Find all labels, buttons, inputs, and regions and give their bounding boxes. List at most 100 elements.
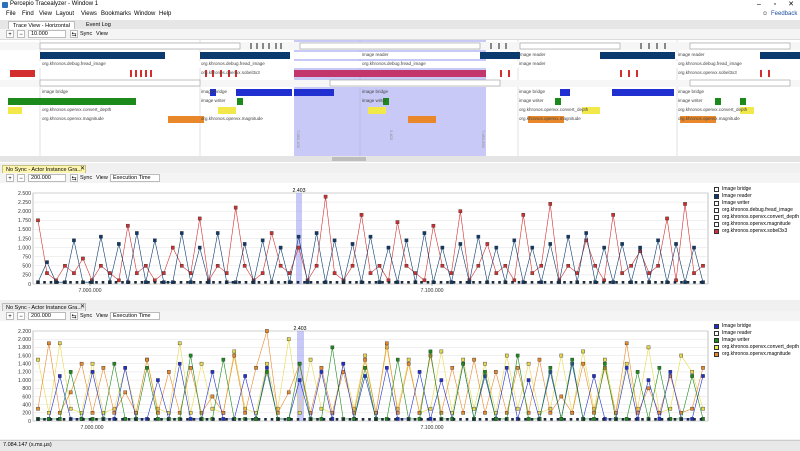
legend-swatch[interactable]: [714, 352, 719, 357]
menu-view[interactable]: View: [39, 11, 52, 17]
data-point: [439, 349, 444, 354]
panel2-view-menu[interactable]: View: [96, 312, 108, 320]
baseline-point: [491, 418, 495, 421]
data-point: [221, 417, 226, 421]
minimize-button[interactable]: –: [752, 0, 766, 10]
data-point: [278, 245, 283, 250]
panel1-view-menu[interactable]: View: [96, 174, 108, 182]
legend-label[interactable]: Image bridge: [722, 323, 751, 329]
trace-view-horizontal[interactable]: image reader org.khronos.debug.fread_ima…: [0, 40, 800, 163]
data-point: [90, 361, 95, 366]
tab-event-log[interactable]: Event Log: [82, 21, 115, 29]
data-point: [570, 411, 574, 415]
panel2-metric-select[interactable]: Execution Time: [110, 312, 160, 320]
lane-label: image reader: [519, 61, 546, 66]
view-menu[interactable]: View: [96, 30, 108, 38]
legend-swatch[interactable]: [714, 201, 719, 206]
data-point: [461, 357, 465, 362]
panel1-sync-label[interactable]: Sync: [80, 174, 92, 182]
legend-label[interactable]: Image reader: [722, 330, 752, 336]
menu-find[interactable]: Find: [22, 11, 34, 17]
data-point: [188, 366, 193, 370]
data-point: [79, 361, 84, 366]
baseline-point: [101, 418, 105, 421]
data-point: [603, 357, 607, 362]
data-point: [458, 242, 463, 246]
menu-help[interactable]: Help: [159, 11, 171, 17]
data-point: [494, 271, 499, 275]
trace-horizontal-scrollbar[interactable]: [0, 156, 800, 162]
data-point: [483, 370, 487, 374]
legend-label[interactable]: org.khronos.debug.fread_image: [722, 207, 793, 213]
menu-views[interactable]: Views: [81, 11, 97, 17]
feedback-link[interactable]: Feedback: [771, 11, 797, 17]
scrollbar-thumb[interactable]: [332, 157, 366, 161]
menu-file[interactable]: File: [6, 11, 16, 17]
y-tick-label: 500: [22, 264, 31, 270]
sync-icon[interactable]: ⇆: [70, 174, 78, 182]
legend-label[interactable]: org.khronos.openvx.magnitude: [722, 221, 791, 227]
zoom-out-icon[interactable]: −: [17, 312, 25, 320]
legend-swatch[interactable]: [714, 187, 719, 192]
baseline-point: [654, 418, 657, 421]
zoom-out-icon[interactable]: −: [17, 30, 25, 38]
panel1-zoom-select[interactable]: 200.000: [28, 174, 66, 182]
panel1-graph[interactable]: 0 250 500 750 1.000 1.250 1.500 1.750 2.000 2.250…: [0, 183, 800, 300]
zoom-in-icon[interactable]: +: [6, 30, 14, 38]
legend-swatch[interactable]: [714, 229, 719, 234]
legend-swatch[interactable]: [714, 338, 719, 343]
zoom-level-select[interactable]: 10.000: [28, 30, 66, 38]
baseline-point: [374, 418, 378, 421]
zoom-in-icon[interactable]: +: [6, 312, 14, 320]
sync-label[interactable]: Sync: [80, 30, 92, 38]
baseline-point: [465, 281, 469, 284]
baseline-point: [225, 418, 228, 421]
zoom-in-icon[interactable]: +: [6, 174, 14, 182]
legend-swatch[interactable]: [714, 215, 719, 220]
baseline-point: [576, 418, 579, 421]
legend-label[interactable]: org.khronos.openvx.convert_depth: [722, 214, 799, 220]
panel2-tab-close-icon[interactable]: ✕: [80, 303, 85, 310]
legend-swatch[interactable]: [714, 324, 719, 329]
legend-swatch[interactable]: [714, 331, 719, 336]
baseline-point: [82, 418, 85, 421]
legend-swatch[interactable]: [714, 345, 719, 350]
sync-icon[interactable]: ⇆: [70, 312, 78, 320]
legend-label[interactable]: org.khronos.openvx.magnitude: [722, 351, 791, 357]
close-button[interactable]: ✕: [784, 0, 798, 10]
feedback-icon[interactable]: ☺: [762, 11, 768, 17]
legend-swatch[interactable]: [714, 208, 719, 213]
legend-label[interactable]: Image bridge: [722, 186, 751, 192]
legend-label[interactable]: org.khronos.openvx.sobel3x3: [722, 228, 787, 234]
panel2-sync-label[interactable]: Sync: [80, 312, 92, 320]
baseline-point: [452, 281, 456, 284]
legend-label[interactable]: org.khronos.openvx.convert_depth: [722, 344, 799, 350]
panel2-zoom-select[interactable]: 200.000: [28, 312, 66, 320]
sync-icon[interactable]: ⇆: [70, 30, 78, 38]
zoom-out-icon[interactable]: −: [17, 174, 25, 182]
lane-label: org.khronos.openvx.magnitude: [42, 116, 104, 121]
menu-layout[interactable]: Layout: [56, 11, 74, 17]
data-point: [476, 263, 481, 268]
panel1-tab-close-icon[interactable]: ✕: [80, 165, 85, 172]
panel1-metric-select[interactable]: Execution Time: [110, 174, 160, 182]
menu-bookmarks[interactable]: Bookmarks: [101, 11, 131, 17]
legend-swatch[interactable]: [714, 222, 719, 227]
panel2-graph[interactable]: 0 200 400 600 800 1.000 1.200 1.400 1.600 1.800 2.…: [0, 321, 800, 439]
panel1-chart[interactable]: 0 250 500 750 1.000 1.250 1.500 1.750 2.000 2.250…: [0, 183, 710, 300]
legend-label[interactable]: Image reader: [722, 193, 752, 199]
baseline-point: [699, 418, 703, 421]
data-point: [232, 353, 237, 358]
data-point: [476, 234, 481, 239]
baseline-point: [244, 281, 248, 284]
panel2-chart[interactable]: 0 200 400 600 800 1.000 1.200 1.400 1.600 1.800 2.…: [0, 321, 710, 439]
maximize-button[interactable]: ▫: [768, 0, 782, 10]
legend-label[interactable]: Image writer: [722, 337, 750, 343]
legend-label[interactable]: Image writer: [722, 200, 750, 206]
data-point: [692, 245, 696, 250]
menu-window[interactable]: Window: [134, 11, 155, 17]
data-point: [428, 349, 433, 354]
baseline-point: [296, 418, 300, 421]
legend-swatch[interactable]: [714, 194, 719, 199]
baseline-point: [485, 418, 488, 421]
